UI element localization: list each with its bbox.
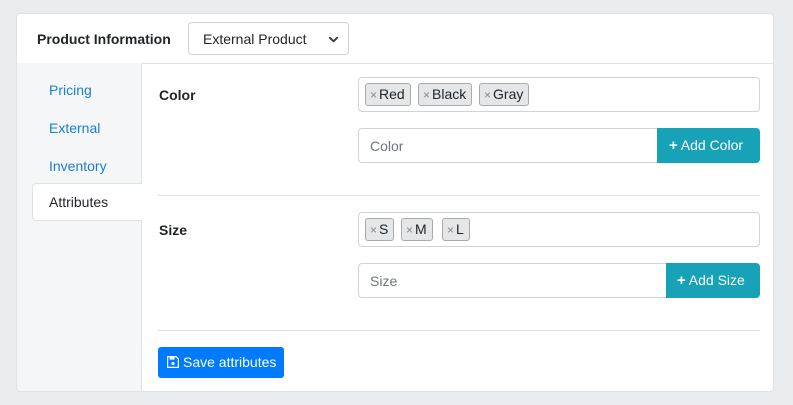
tag-label: M xyxy=(415,221,427,237)
product-info-title: Product Information xyxy=(37,31,171,47)
product-data-card: Product Information External Product Pri… xyxy=(16,13,774,392)
times-icon[interactable]: × xyxy=(370,223,377,237)
color-input[interactable]: Color xyxy=(358,128,657,163)
times-icon[interactable]: × xyxy=(447,223,454,237)
times-icon[interactable]: × xyxy=(370,88,377,102)
settings-sidebar: Pricing External Inventory Attributes xyxy=(17,63,142,391)
product-type-select[interactable]: External Product xyxy=(188,22,349,55)
size-tags-field[interactable]: × S × M × L xyxy=(358,212,760,247)
color-input-placeholder: Color xyxy=(370,138,404,154)
color-tags-field[interactable]: × Red × Black × Gray xyxy=(358,77,760,112)
add-color-label: Add Color xyxy=(680,137,744,153)
tag-black[interactable]: × Black xyxy=(418,83,473,106)
add-color-button[interactable]: + Add Color xyxy=(657,128,760,163)
sidebar-item-label: Inventory xyxy=(49,158,107,174)
add-size-group: Size + Add Size xyxy=(358,263,760,298)
tag-label: L xyxy=(456,221,464,237)
floppy-disk-icon xyxy=(167,356,179,368)
tag-gray[interactable]: × Gray xyxy=(479,83,530,106)
tag-l[interactable]: × L xyxy=(442,218,470,241)
card-header: Product Information External Product xyxy=(17,14,773,64)
divider xyxy=(158,195,760,196)
plus-icon: + xyxy=(677,272,686,289)
tag-label: Black xyxy=(432,86,467,102)
times-icon[interactable]: × xyxy=(484,88,491,102)
sidebar-item-inventory[interactable]: Inventory xyxy=(32,147,141,185)
divider xyxy=(158,330,760,331)
sidebar-item-label: Pricing xyxy=(49,82,92,98)
tag-label: Red xyxy=(379,86,405,102)
size-input[interactable]: Size xyxy=(358,263,666,298)
tag-label: S xyxy=(379,221,389,237)
add-color-group: Color + Add Color xyxy=(358,128,760,163)
sidebar-item-label: Attributes xyxy=(49,194,109,210)
chevron-down-icon xyxy=(328,36,339,43)
add-size-button[interactable]: + Add Size xyxy=(666,263,760,298)
sidebar-item-pricing[interactable]: Pricing xyxy=(32,71,141,109)
save-attributes-button[interactable]: Save attributes xyxy=(158,347,284,378)
tag-red[interactable]: × Red xyxy=(365,83,411,106)
save-attributes-label: Save attributes xyxy=(183,354,277,370)
size-label: Size xyxy=(159,222,188,238)
sidebar-item-external[interactable]: External xyxy=(32,109,141,147)
sidebar-item-label: External xyxy=(49,120,101,136)
color-label: Color xyxy=(159,87,196,103)
tag-m[interactable]: × M xyxy=(401,218,433,241)
times-icon[interactable]: × xyxy=(406,223,413,237)
size-input-placeholder: Size xyxy=(370,273,398,289)
tag-label: Gray xyxy=(493,86,524,102)
times-icon[interactable]: × xyxy=(423,88,430,102)
plus-icon: + xyxy=(669,137,678,154)
sidebar-item-attributes[interactable]: Attributes xyxy=(32,183,142,221)
tag-s[interactable]: × S xyxy=(365,218,395,241)
product-type-value: External Product xyxy=(203,31,307,47)
add-size-label: Add Size xyxy=(688,272,745,288)
